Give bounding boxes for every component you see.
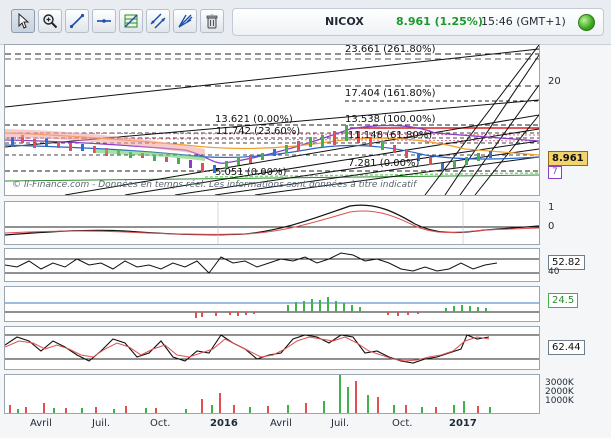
trend-line xyxy=(5,48,539,108)
quote-time-label: 15:46 (GMT+1) xyxy=(481,15,566,28)
momentum-axis-label: 40 xyxy=(548,267,560,277)
horizontal-line-tool-button[interactable] xyxy=(92,9,116,33)
fib-label: 13.538 (100.00%) xyxy=(345,114,436,125)
copyright-watermark: © ll-Finance.com - Données en temps réel… xyxy=(12,180,417,190)
fib-label: 23.661 (261.80%) xyxy=(345,44,436,55)
quote-bar: NICOX 8.961 (1.25%) 15:46 (GMT+1) xyxy=(232,8,604,36)
fan-tool-button[interactable] xyxy=(173,9,197,33)
fib-label: 11.742 (23.60%) xyxy=(216,126,301,137)
oscillator-svg-1 xyxy=(4,202,540,244)
oscillator-svg-2 xyxy=(4,252,539,274)
fib-label: 17.404 (161.80%) xyxy=(345,88,436,99)
current-price-badge: 8.961 xyxy=(548,151,588,166)
fib-label: 5.051 (0.00%) xyxy=(215,167,287,178)
time-axis-label: Juil. xyxy=(92,418,111,429)
volume-axis-label: 1000K xyxy=(545,396,574,406)
trend-line xyxy=(424,45,539,195)
price-change-label: 8.961 (1.25%) xyxy=(396,15,483,28)
time-axis-label: 2016 xyxy=(210,418,238,429)
magnifier-plus-icon xyxy=(43,14,58,29)
chart-area[interactable]: 23.661 (261.80%) 17.404 (161.80%) 13.621… xyxy=(0,44,611,438)
horizontal-line-icon xyxy=(97,19,111,23)
time-axis-label: Avril xyxy=(270,418,292,429)
fibonacci-grid-icon xyxy=(124,14,138,28)
parallel-lines-icon xyxy=(150,13,166,29)
histogram-panel[interactable] xyxy=(4,286,540,322)
channel-tool-button[interactable] xyxy=(146,9,170,33)
cursor-arrow-icon xyxy=(18,13,30,29)
time-axis-label: Oct. xyxy=(392,418,413,429)
histogram-value-badge: 24.5 xyxy=(548,293,579,308)
volume-svg xyxy=(9,375,491,413)
symbol-label: NICOX xyxy=(325,15,364,28)
secondary-price-badge: 7 xyxy=(548,166,562,179)
volume-panel[interactable] xyxy=(4,374,540,414)
trash-icon xyxy=(206,14,218,29)
trading-app: NICOX 8.961 (1.25%) 15:46 (GMT+1) 23.661… xyxy=(0,0,611,438)
trendline-tool-button[interactable] xyxy=(65,9,89,33)
price-axis-label: 20 xyxy=(548,76,561,87)
oscillator-panel-1[interactable] xyxy=(4,201,540,245)
diagonal-line-icon xyxy=(69,13,85,29)
time-axis-label: 2017 xyxy=(449,418,477,429)
drawing-toolbar: NICOX 8.961 (1.25%) 15:46 (GMT+1) xyxy=(0,0,611,45)
market-status-icon xyxy=(578,14,595,31)
fib-label: 7.281 (0.00%) xyxy=(348,158,420,169)
zoom-tool-button[interactable] xyxy=(38,9,62,33)
fan-lines-icon xyxy=(178,14,193,28)
delete-tool-button[interactable] xyxy=(200,9,224,33)
fib-label: 11.148 (61.80%) xyxy=(348,130,433,141)
pointer-tool-button[interactable] xyxy=(11,9,35,33)
stochastic-panel[interactable] xyxy=(4,326,540,370)
time-axis-label: Avril xyxy=(30,418,52,429)
osc1-axis-label: 0 xyxy=(548,221,555,232)
stochastic-svg xyxy=(4,334,539,364)
fib-label: 13.621 (0.00%) xyxy=(215,114,293,125)
histogram-svg xyxy=(5,297,539,318)
stochastic-value-badge: 62.44 xyxy=(548,340,585,355)
time-axis-label: Juil. xyxy=(331,418,350,429)
fibonacci-tool-button[interactable] xyxy=(119,9,143,33)
time-axis-label: Oct. xyxy=(150,418,171,429)
oscillator-panel-2[interactable] xyxy=(4,248,540,282)
osc1-axis-label: 1 xyxy=(548,202,555,213)
